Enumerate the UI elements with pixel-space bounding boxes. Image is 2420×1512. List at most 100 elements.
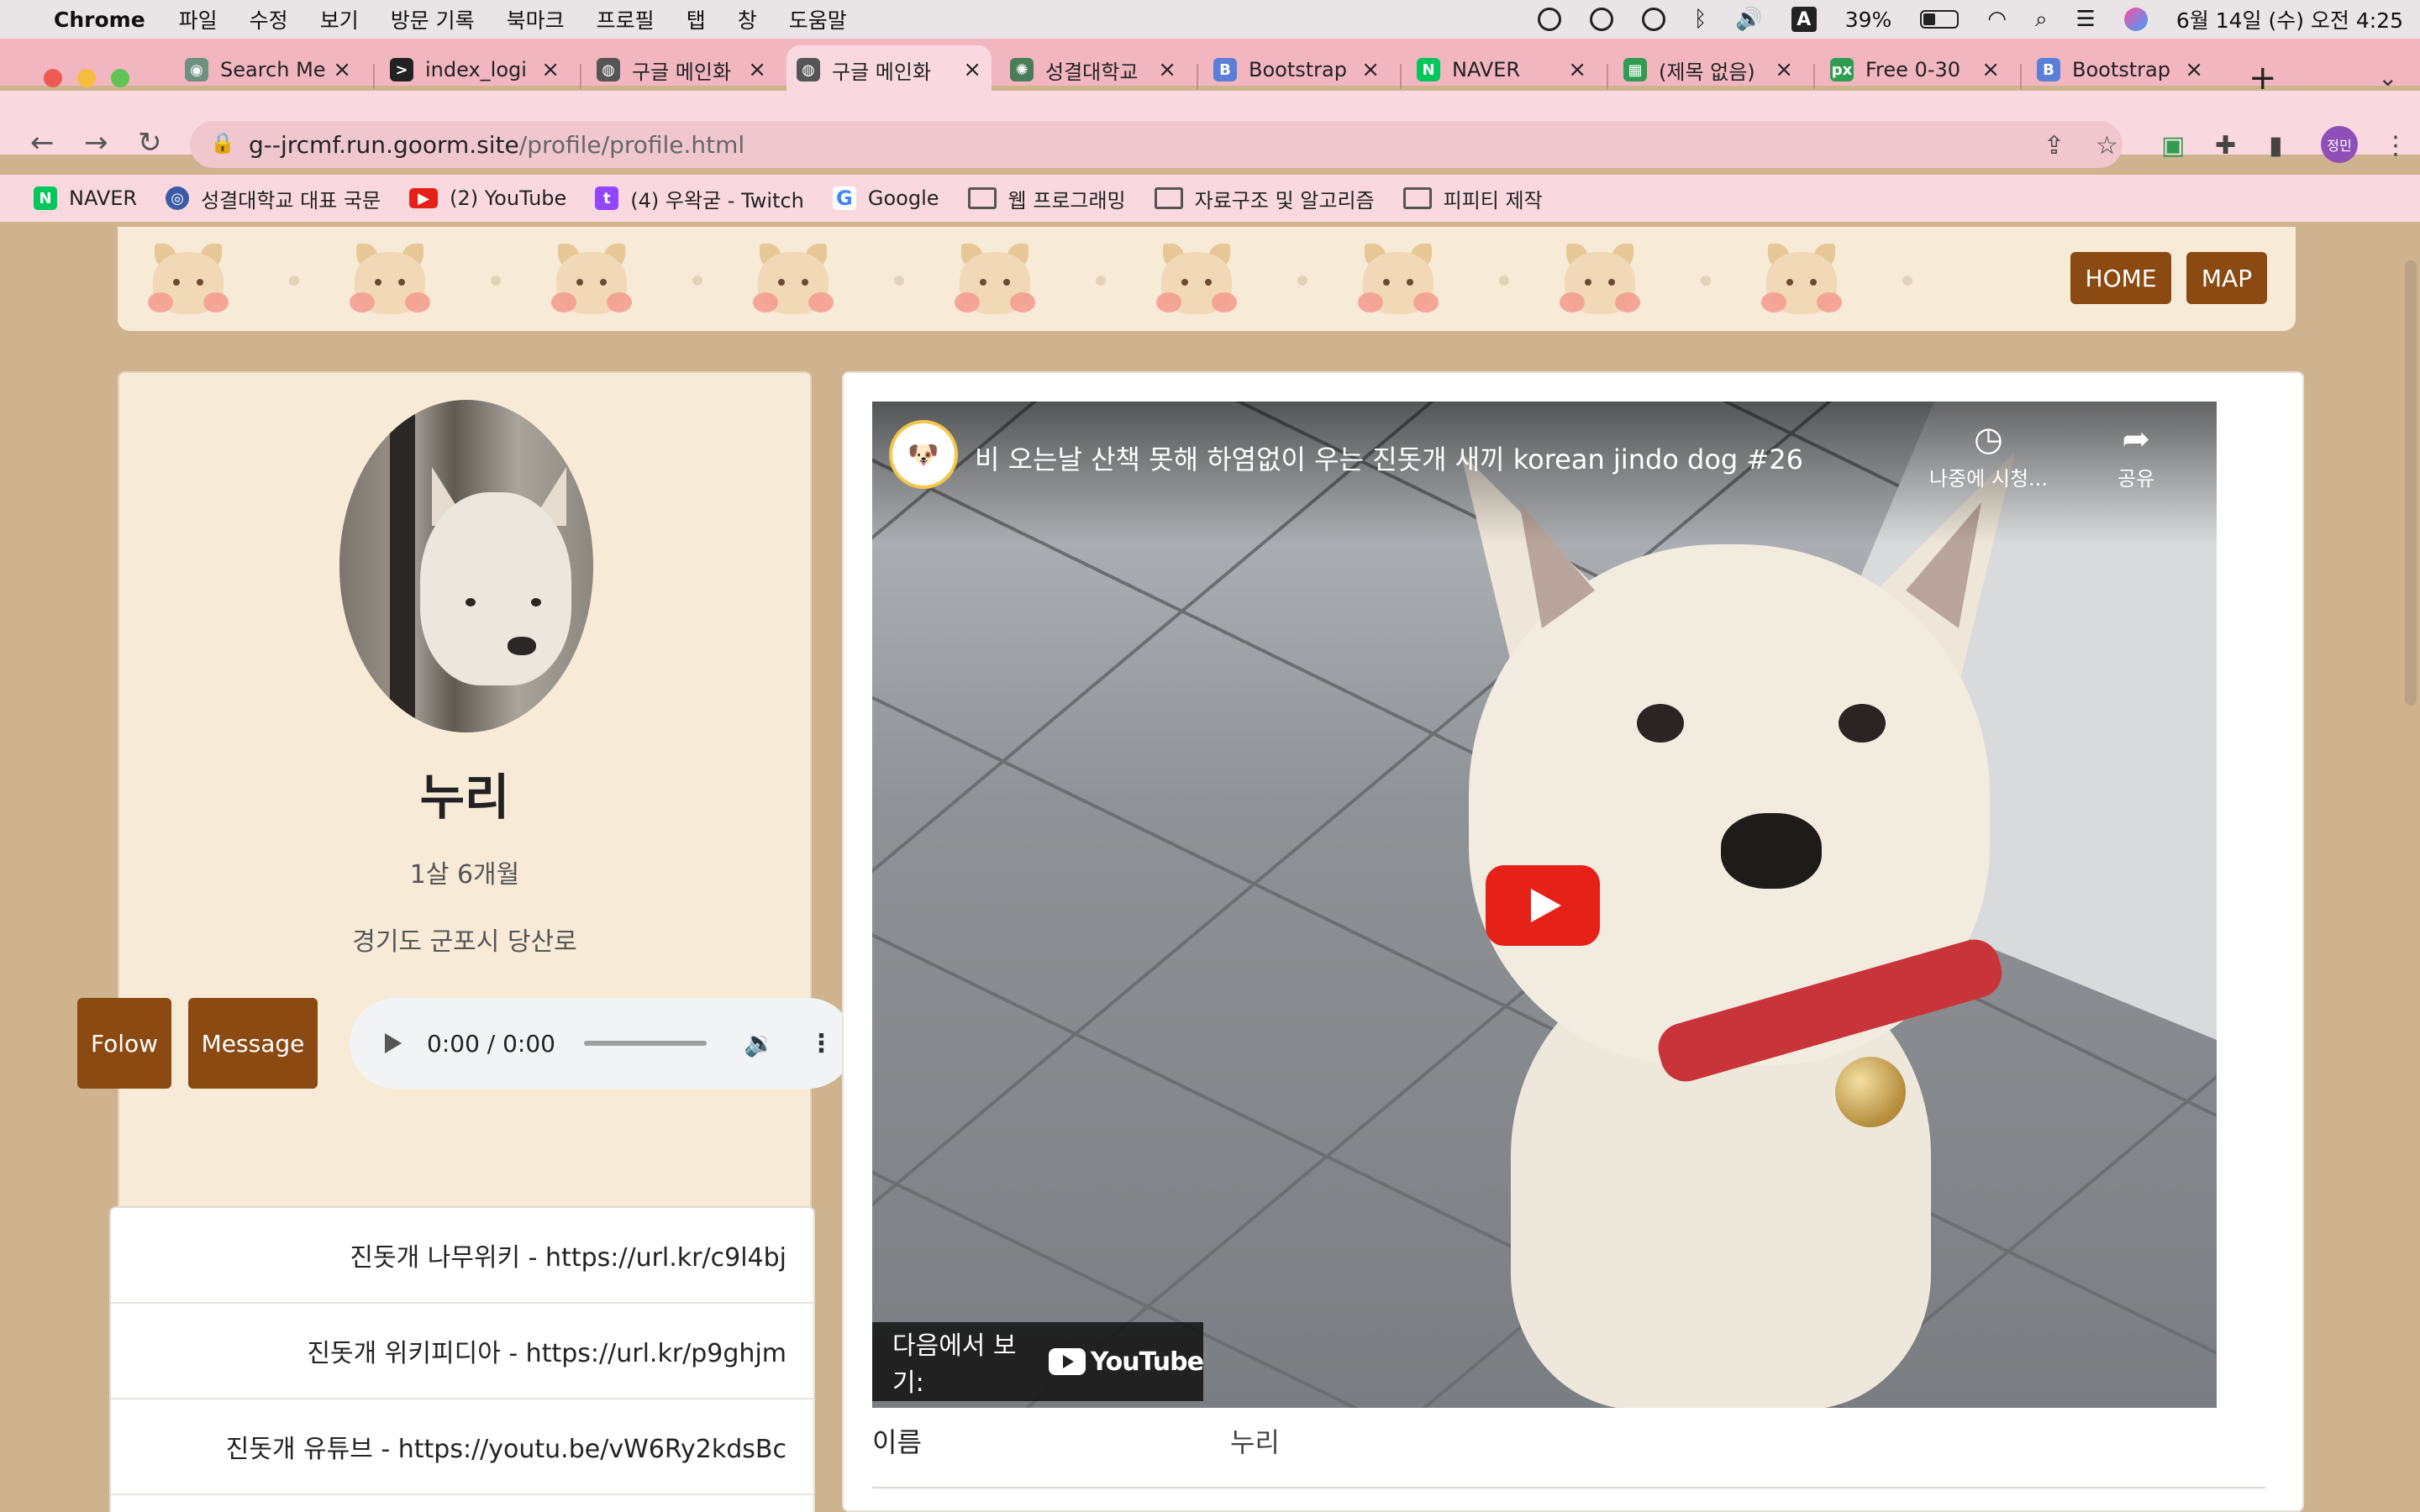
profile-avatar[interactable]: 정민 bbox=[2321, 126, 2358, 163]
tab-index-login[interactable]: > index_logi × bbox=[380, 50, 570, 89]
notification-icon[interactable] bbox=[1537, 8, 1561, 31]
tab-google-main-1[interactable]: ◍ 구글 메인화 × bbox=[587, 50, 776, 89]
share-button[interactable]: ➦ 공유 bbox=[2118, 420, 2154, 491]
tab-close-icon[interactable]: × bbox=[1158, 57, 1176, 82]
tab-close-icon[interactable]: × bbox=[333, 57, 351, 82]
moon-icon[interactable] bbox=[1589, 8, 1613, 31]
follow-button[interactable]: Folow bbox=[77, 998, 171, 1089]
bookmark-youtube[interactable]: ▶ (2) YouTube bbox=[409, 186, 566, 210]
watch-later-button[interactable]: ◷ 나중에 시청... bbox=[1929, 420, 2048, 491]
printer-extension-icon[interactable]: ▣ bbox=[2161, 131, 2185, 160]
youtube-play-button[interactable] bbox=[1486, 865, 1600, 946]
audio-player[interactable]: 0:00 / 0:00 🔉 ⋮ bbox=[350, 998, 854, 1089]
map-button[interactable]: MAP bbox=[2186, 252, 2267, 304]
tab-close-icon[interactable]: × bbox=[1361, 57, 1380, 82]
forward-arrow-icon[interactable]: → bbox=[84, 126, 108, 160]
globe-icon: ◍ bbox=[797, 58, 820, 81]
menu-profile[interactable]: 프로필 bbox=[597, 4, 655, 34]
play-icon[interactable] bbox=[385, 1033, 402, 1053]
tab-sungkyul[interactable]: ✺ 성결대학교 × bbox=[1000, 50, 1186, 89]
page-scrollbar[interactable] bbox=[2405, 260, 2417, 706]
folder-icon bbox=[967, 187, 997, 209]
tab-google-main-active[interactable]: ◍ 구글 메인화 × bbox=[786, 45, 992, 94]
input-source-icon[interactable]: A bbox=[1791, 7, 1817, 32]
window-close-button[interactable] bbox=[44, 69, 62, 87]
watch-on-label: 다음에서 보기: bbox=[892, 1331, 1017, 1398]
tab-label: (제목 없음) bbox=[1659, 60, 1755, 84]
list-item-namuwiki[interactable]: 진돗개 나무위키 - https://url.kr/c9l4bj bbox=[111, 1208, 813, 1304]
bookmark-twitch[interactable]: t (4) 우왁굳 - Twitch bbox=[595, 184, 804, 213]
share-icon[interactable]: ⇪ bbox=[2044, 131, 2065, 160]
bookmark-star-icon[interactable]: ☆ bbox=[2096, 131, 2118, 160]
bookmark-folder-web-programming[interactable]: 웹 프로그래밍 bbox=[967, 184, 1126, 213]
lock-icon[interactable]: 🔒 bbox=[210, 131, 235, 155]
tab-free-0-30[interactable]: px Free 0-30 × bbox=[1820, 50, 2010, 89]
reload-icon[interactable]: ↻ bbox=[138, 126, 162, 160]
extensions-puzzle-icon[interactable]: ✚ bbox=[2215, 131, 2236, 160]
tab-search-chevron-icon[interactable]: ⌄ bbox=[2378, 64, 2397, 92]
menu-help[interactable]: 도움말 bbox=[789, 4, 847, 34]
channel-avatar[interactable]: 🐶 bbox=[889, 420, 958, 489]
tab-untitled[interactable]: ▦ (제목 없음) × bbox=[1613, 50, 1803, 89]
pattern-dot bbox=[1902, 276, 1912, 286]
tab-separator bbox=[1197, 64, 1198, 89]
wifi-icon[interactable]: ◠ bbox=[1987, 7, 2007, 32]
menu-edit[interactable]: 수정 bbox=[250, 4, 288, 34]
side-panel-icon[interactable]: ▮ bbox=[2269, 131, 2283, 160]
pattern-dot bbox=[1096, 276, 1106, 286]
message-button[interactable]: Message bbox=[188, 998, 318, 1089]
tab-close-icon[interactable]: × bbox=[541, 57, 560, 82]
watch-on-youtube-button[interactable]: 다음에서 보기: YouTube bbox=[872, 1322, 1204, 1401]
airdrop-icon[interactable] bbox=[1641, 8, 1665, 31]
bookmark-google[interactable]: G Google bbox=[832, 186, 939, 210]
tab-close-icon[interactable]: × bbox=[2185, 57, 2203, 82]
chrome-menu-icon[interactable]: ⋮ bbox=[2383, 131, 2408, 160]
bookmark-folder-ppt[interactable]: 피피티 제작 bbox=[1402, 184, 1543, 213]
avatar-dog-eye bbox=[531, 598, 541, 606]
list-item-wikipedia[interactable]: 진돗개 위키피디아 - https://url.kr/p9ghjm bbox=[111, 1304, 813, 1399]
menubar-datetime[interactable]: 6월 14일 (수) 오전 4:25 bbox=[2176, 4, 2403, 34]
bookmark-folder-data-structures[interactable]: 자료구조 및 알고리즘 bbox=[1154, 184, 1375, 213]
tab-bootstrap-2[interactable]: B Bootstrap × bbox=[2027, 50, 2213, 89]
window-zoom-button[interactable] bbox=[111, 69, 129, 87]
tab-close-icon[interactable]: × bbox=[1568, 57, 1586, 82]
tab-close-icon[interactable]: × bbox=[1981, 57, 2000, 82]
tab-bootstrap-1[interactable]: B Bootstrap × bbox=[1203, 50, 1390, 89]
menu-file[interactable]: 파일 bbox=[179, 4, 218, 34]
menu-view[interactable]: 보기 bbox=[320, 4, 359, 34]
home-button[interactable]: HOME bbox=[2070, 252, 2171, 304]
control-center-icon[interactable]: ☰ bbox=[2076, 7, 2096, 32]
tab-search[interactable]: ◉ Search Me × bbox=[175, 50, 361, 89]
tab-separator bbox=[1813, 64, 1815, 89]
window-minimize-button[interactable] bbox=[77, 69, 96, 87]
puppy-pattern-icon bbox=[1156, 244, 1237, 319]
menu-history[interactable]: 방문 기록 bbox=[391, 4, 475, 34]
tab-close-icon[interactable]: × bbox=[748, 57, 766, 82]
menu-window[interactable]: 창 bbox=[738, 4, 757, 34]
bluetooth-icon[interactable]: ᛒ bbox=[1694, 7, 1707, 32]
spotlight-search-icon[interactable]: ⌕ bbox=[2035, 7, 2048, 33]
more-options-icon[interactable]: ⋮ bbox=[808, 1029, 834, 1058]
volume-icon[interactable]: 🔊 bbox=[1735, 7, 1762, 32]
list-item-youtube[interactable]: 진돗개 유튜브 - https://youtu.be/vW6Ry2kdsBc bbox=[111, 1399, 813, 1495]
sungkyul-logo-icon: ◎ bbox=[166, 186, 190, 210]
video-title[interactable]: 비 오는날 산책 못해 하염없이 우는 진돗개 새끼 korean jindo … bbox=[975, 438, 1803, 477]
bookmark-label: 피피티 제작 bbox=[1443, 188, 1543, 213]
address-bar[interactable]: g--jrcmf.run.goorm.site/profile/profile.… bbox=[190, 121, 2123, 168]
volume-icon[interactable]: 🔉 bbox=[744, 1029, 775, 1058]
tab-naver[interactable]: N NAVER × bbox=[1407, 50, 1597, 89]
tab-separator bbox=[373, 64, 375, 89]
menubar-app-name[interactable]: Chrome bbox=[54, 8, 145, 32]
audio-progress-slider[interactable] bbox=[584, 1041, 707, 1046]
tab-close-icon[interactable]: × bbox=[1775, 57, 1793, 82]
siri-icon[interactable] bbox=[2123, 8, 2148, 31]
menu-tab[interactable]: 탭 bbox=[687, 4, 706, 34]
menu-bookmarks[interactable]: 북마크 bbox=[507, 4, 565, 34]
bookmark-sungkyul[interactable]: ◎ 성결대학교 대표 국문 bbox=[166, 184, 381, 213]
back-arrow-icon[interactable]: ← bbox=[30, 126, 55, 160]
tab-close-icon[interactable]: × bbox=[963, 57, 981, 82]
sungkyul-logo-icon: ✺ bbox=[1010, 58, 1034, 81]
bookmark-naver[interactable]: N NAVER bbox=[34, 186, 137, 210]
twitch-icon: t bbox=[595, 186, 619, 210]
battery-icon[interactable] bbox=[1920, 10, 1960, 29]
